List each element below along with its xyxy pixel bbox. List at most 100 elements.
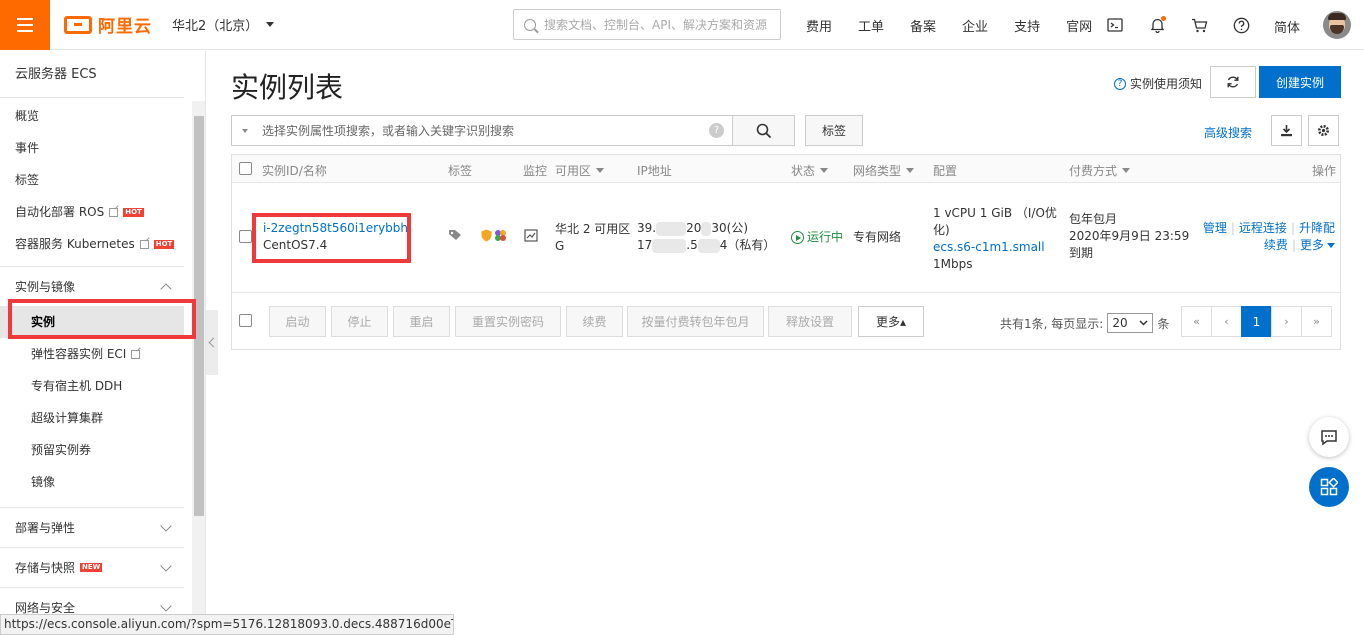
sidebar-item-eci[interactable]: 弹性容器实例 ECI <box>0 338 205 370</box>
tag-filter-button[interactable]: 标签 <box>805 115 863 146</box>
help-icon[interactable]: ? <box>709 123 724 138</box>
col-config: 配置 <box>933 164 958 178</box>
col-network[interactable]: 网络类型 <box>853 162 915 179</box>
start-button[interactable]: 启动 <box>269 306 326 337</box>
sidebar-item-events[interactable]: 事件 <box>0 132 205 164</box>
external-link-icon <box>109 207 119 217</box>
sidebar-item-label: 预留实例券 <box>31 443 92 457</box>
filter-placeholder: 选择实例属性项搜索，或者输入关键字识别搜索 <box>262 124 515 138</box>
next-page-button[interactable]: › <box>1271 306 1302 337</box>
private-ip: 17.5 4（私有） <box>637 238 776 253</box>
row-checkbox[interactable] <box>239 230 252 243</box>
footer-select-all-checkbox[interactable] <box>239 314 252 327</box>
caret-down-icon <box>820 168 829 173</box>
avatar[interactable] <box>1323 11 1351 39</box>
sidebar-item-ros[interactable]: 自动化部署 ROS HOT <box>0 196 205 228</box>
col-zone-label: 可用区 <box>555 164 592 178</box>
sidebar-collapse-handle[interactable] <box>206 310 219 375</box>
convert-billing-button[interactable]: 按量付费转包年包月 <box>627 306 764 337</box>
help-icon[interactable] <box>1231 15 1251 35</box>
menu-icon[interactable] <box>0 0 50 50</box>
sidebar-item-reserved-instances[interactable]: 预留实例券 <box>0 434 205 466</box>
chat-feedback-button[interactable] <box>1309 417 1349 457</box>
monitor-chart-icon[interactable] <box>524 229 538 242</box>
sidebar-item-tags[interactable]: 标签 <box>0 164 205 196</box>
page-size-select[interactable]: 20 <box>1107 313 1154 333</box>
aliyun-logo[interactable]: 阿里云 <box>64 12 152 37</box>
more-button[interactable]: 更多▴ <box>858 306 924 337</box>
sidebar-item-label: 专有宿主机 DDH <box>31 379 123 393</box>
tag-icon[interactable] <box>448 229 462 241</box>
puzzle-icon[interactable] <box>494 229 507 242</box>
sidebar-group-network[interactable]: 网络与安全 <box>0 587 184 614</box>
instance-type-link[interactable]: ecs.s6-c1m1.small <box>933 239 1063 256</box>
region-label: 华北2（北京） <box>172 19 259 34</box>
language-switch[interactable]: 简体 <box>1274 17 1300 36</box>
sidebar-item-kubernetes[interactable]: 容器服务 Kubernetes HOT <box>0 228 205 260</box>
stop-button[interactable]: 停止 <box>331 306 388 337</box>
nav-billing[interactable]: 费用 <box>806 16 832 35</box>
cart-icon[interactable] <box>1189 15 1209 35</box>
page-1-button[interactable]: 1 <box>1241 306 1272 337</box>
caret-down-icon <box>242 128 248 133</box>
external-link-icon <box>139 239 149 249</box>
nav-icp[interactable]: 备案 <box>910 16 936 35</box>
global-search-input[interactable] <box>544 17 774 32</box>
global-search[interactable] <box>513 9 781 40</box>
restart-button[interactable]: 重启 <box>393 306 450 337</box>
hot-badge: HOT <box>153 239 175 249</box>
sidebar-item-overview[interactable]: 概览 <box>0 100 205 132</box>
col-billing[interactable]: 付费方式 <box>1069 162 1131 179</box>
first-page-button[interactable]: « <box>1181 306 1212 337</box>
sidebar-item-images[interactable]: 镜像 <box>0 466 205 498</box>
region-selector[interactable]: 华北2（北京） <box>172 15 275 34</box>
pagination-summary: 共有1条, 每页显示: 20 条 <box>1000 313 1169 333</box>
export-button[interactable] <box>1271 115 1302 146</box>
more-actions-link[interactable]: 更多 <box>1300 238 1335 252</box>
sidebar-item-scc[interactable]: 超级计算集群 <box>0 402 205 434</box>
bell-icon[interactable] <box>1147 15 1167 35</box>
chat-icon <box>1321 429 1337 445</box>
remote-connect-link[interactable]: 远程连接 <box>1239 221 1287 235</box>
usage-notice-label: 实例使用须知 <box>1130 77 1203 91</box>
status-badge: 运行中 <box>791 229 843 246</box>
search-button[interactable] <box>732 115 795 146</box>
instance-filter-input[interactable]: 选择实例属性项搜索，或者输入关键字识别搜索 ? <box>231 115 733 146</box>
col-tag: 标签 <box>448 164 473 178</box>
sidebar-group-label: 网络与安全 <box>15 601 76 614</box>
sidebar-item-label: 容器服务 Kubernetes <box>15 237 135 251</box>
manage-link[interactable]: 管理 <box>1203 221 1227 235</box>
col-monitor: 监控 <box>523 164 548 178</box>
status-label: 运行中 <box>807 230 844 244</box>
nav-official-site[interactable]: 官网 <box>1066 16 1092 35</box>
refresh-button[interactable] <box>1210 66 1256 98</box>
export-icon <box>1281 125 1292 137</box>
settings-button[interactable] <box>1308 115 1339 146</box>
terminal-icon[interactable] <box>1105 15 1125 35</box>
sidebar-item-ddh[interactable]: 专有宿主机 DDH <box>0 370 205 402</box>
col-billing-label: 付费方式 <box>1069 164 1118 178</box>
sidebar-group-label: 实例与镜像 <box>15 280 76 294</box>
release-settings-button[interactable]: 释放设置 <box>768 306 852 337</box>
nav-enterprise[interactable]: 企业 <box>962 16 988 35</box>
instance-highlight-box <box>252 213 411 263</box>
public-ip: 39. 20 30(公) <box>637 221 749 236</box>
upgrade-link[interactable]: 升降配 <box>1299 221 1335 235</box>
select-all-checkbox[interactable] <box>239 162 252 175</box>
nav-tickets[interactable]: 工单 <box>858 16 884 35</box>
apps-button[interactable] <box>1309 467 1349 507</box>
col-zone[interactable]: 可用区 <box>555 162 605 179</box>
col-status[interactable]: 状态 <box>791 162 829 179</box>
shield-icon[interactable] <box>481 229 492 242</box>
renew-button[interactable]: 续费 <box>566 306 623 337</box>
usage-notice-link[interactable]: ? 实例使用须知 <box>1114 75 1202 92</box>
sidebar-group-storage[interactable]: 存储与快照 NEW <box>0 547 184 587</box>
reset-password-button[interactable]: 重置实例密码 <box>455 306 561 337</box>
renew-link[interactable]: 续费 <box>1264 238 1288 252</box>
create-instance-button[interactable]: 创建实例 <box>1259 66 1341 98</box>
last-page-button[interactable]: » <box>1301 306 1332 337</box>
sidebar-group-deployment[interactable]: 部署与弹性 <box>0 507 184 547</box>
prev-page-button[interactable]: ‹ <box>1211 306 1242 337</box>
advanced-search-link[interactable]: 高级搜索 <box>1204 124 1252 141</box>
nav-support[interactable]: 支持 <box>1014 16 1040 35</box>
